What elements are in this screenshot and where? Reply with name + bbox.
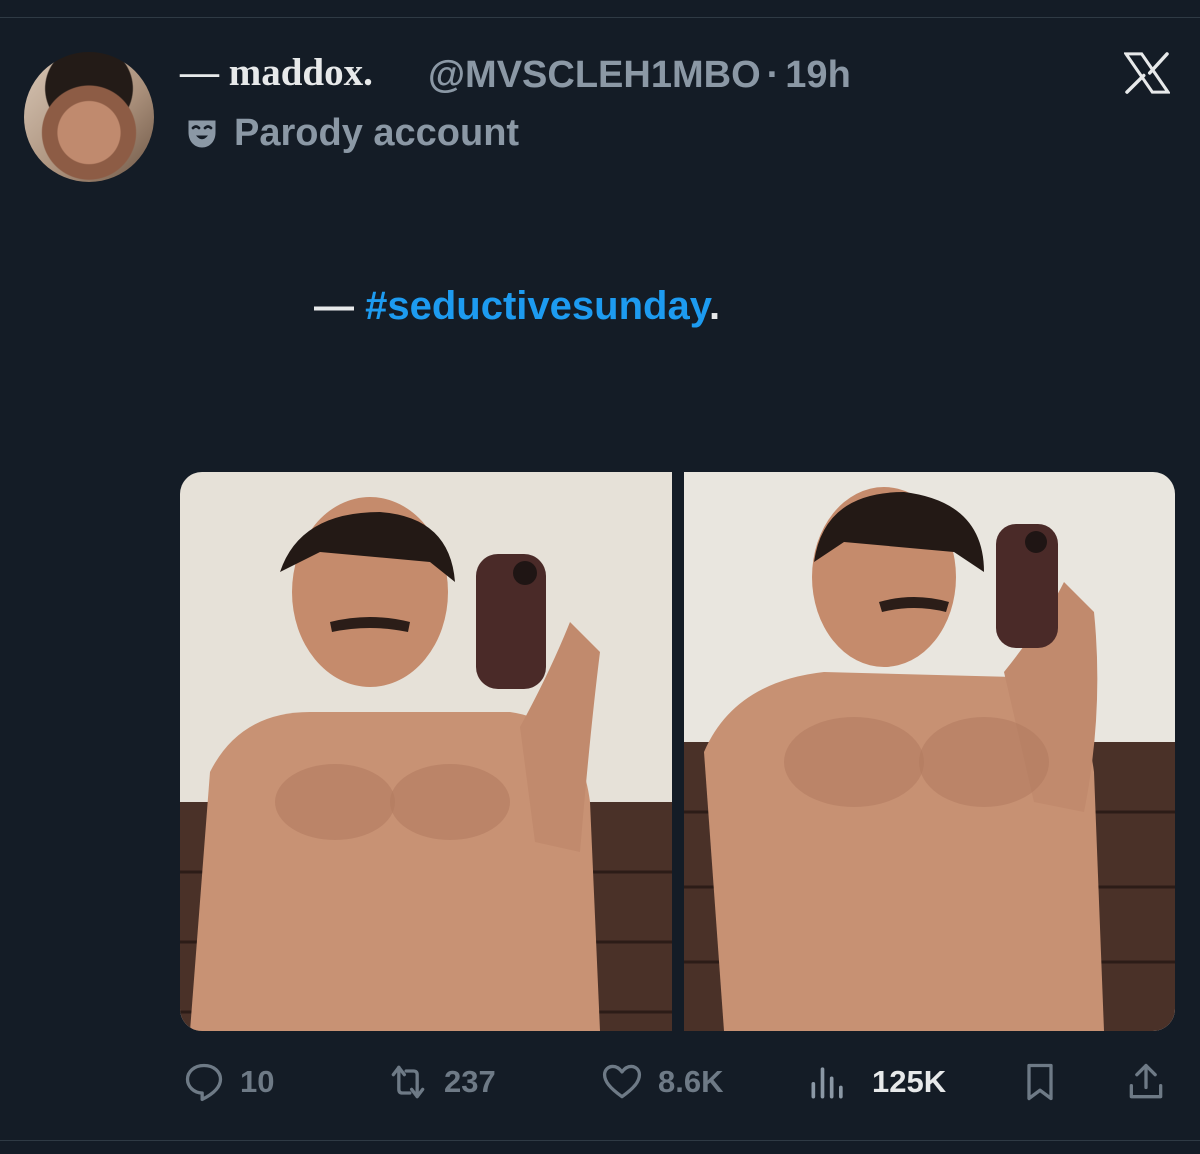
selfie-photo-1[interactable] (180, 472, 672, 1031)
reply-icon (185, 1063, 223, 1102)
author-handle[interactable]: @MVSCLEH1MBO (428, 54, 761, 96)
share-icon (1129, 1063, 1163, 1099)
repost-count: 237 (444, 1064, 496, 1099)
meta-separator: · (766, 54, 780, 96)
like-count: 8.6K (658, 1064, 724, 1099)
selfie-photo-2[interactable] (684, 472, 1175, 1031)
parody-label: Parody account (184, 112, 519, 155)
bottom-divider (0, 1140, 1200, 1141)
tweet-prefix: — (314, 284, 366, 328)
views-count: 125K (872, 1064, 947, 1099)
reply-button[interactable]: 10 (182, 1052, 274, 1112)
bookmark-button[interactable] (1018, 1052, 1076, 1112)
hashtag-link[interactable]: #seductivesunday (365, 284, 709, 328)
tweet-text: — #seductivesunday. (314, 284, 720, 329)
action-bar: 10 237 8.6K 125K (0, 1052, 1200, 1112)
author-meta: @MVSCLEH1MBO · 19h (428, 54, 851, 97)
tweet-suffix: . (708, 284, 721, 328)
theater-mask-icon (188, 120, 216, 147)
top-divider (0, 17, 1200, 18)
x-logo-icon[interactable] (1124, 52, 1170, 94)
bookmark-icon (1027, 1063, 1053, 1101)
media-grid (180, 472, 1175, 1031)
post-time[interactable]: 19h (785, 54, 850, 96)
repost-button[interactable]: 237 (386, 1052, 496, 1112)
repost-icon (391, 1065, 425, 1099)
views-chart-icon (811, 1067, 843, 1099)
parody-text: Parody account (234, 112, 520, 154)
views-button[interactable]: 125K (806, 1052, 946, 1112)
reply-count: 10 (240, 1064, 275, 1099)
author-display-name[interactable]: — maddox. (180, 50, 373, 95)
like-button[interactable]: 8.6K (600, 1052, 723, 1112)
share-button[interactable] (1124, 1052, 1182, 1112)
author-avatar[interactable] (24, 52, 154, 182)
heart-icon (602, 1064, 642, 1099)
